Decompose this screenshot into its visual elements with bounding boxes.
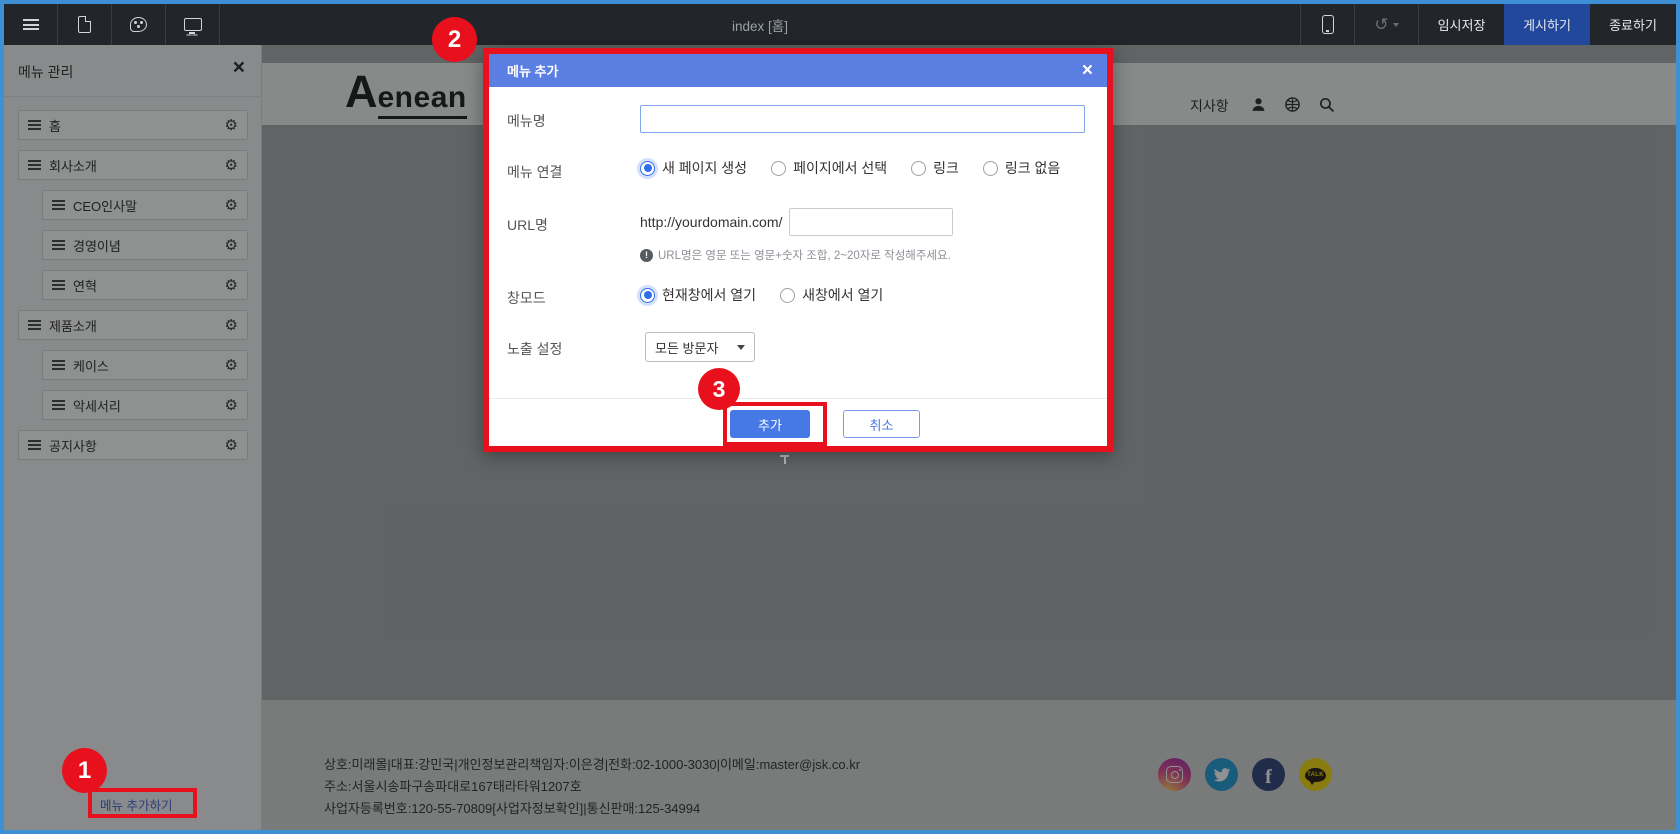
- menu-link-options: 새 페이지 생성 페이지에서 선택 링크 링크 없음: [640, 158, 1060, 178]
- chevron-down-icon: [1393, 23, 1399, 27]
- undo-button[interactable]: ↺: [1354, 4, 1418, 45]
- annotation-box-step3: [723, 402, 827, 446]
- window-mode-label: 창모드: [507, 288, 546, 308]
- menu-name-input[interactable]: [640, 105, 1085, 133]
- pages-button[interactable]: [58, 4, 112, 45]
- url-input[interactable]: [789, 208, 953, 236]
- topbar-right-tools: ↺ 임시저장 게시하기 종료하기: [1300, 4, 1676, 45]
- menu-name-label: 메뉴명: [507, 111, 546, 131]
- url-help-text: URL명은 영문 또는 영문+숫자 조합, 2~20자로 작성해주세요.: [658, 247, 951, 263]
- radio-icon: [780, 288, 795, 303]
- radio-link[interactable]: 링크: [911, 158, 959, 178]
- visibility-label: 노출 설정: [507, 339, 562, 359]
- theme-button[interactable]: [112, 4, 166, 45]
- url-help: ! URL명은 영문 또는 영문+숫자 조합, 2~20자로 작성해주세요.: [640, 247, 951, 263]
- document-title: index [홈]: [220, 4, 1300, 45]
- modal-footer-divider: [489, 398, 1107, 399]
- topbar-left-tools: [4, 4, 220, 45]
- mobile-view-button[interactable]: [1300, 4, 1354, 45]
- add-menu-modal: 메뉴 추가 × 메뉴명 메뉴 연결 새 페이지 생성 페이지에서 선택 링크 링…: [483, 48, 1113, 452]
- modal-title: 메뉴 추가: [507, 61, 1082, 80]
- visibility-selected-value: 모든 방문자: [655, 338, 737, 357]
- mobile-icon: [1322, 15, 1334, 34]
- editor-window: index [홈] ↺ 임시저장 게시하기 종료하기 메뉴 관리 × 홈 ⚙ 회…: [0, 0, 1680, 834]
- undo-icon: ↺: [1374, 15, 1388, 35]
- url-field-row: http://yourdomain.com/: [640, 208, 953, 236]
- annotation-box-step1: [88, 788, 197, 818]
- temp-save-button[interactable]: 임시저장: [1418, 4, 1504, 45]
- hamburger-icon: [23, 17, 39, 33]
- radio-icon: [640, 288, 655, 303]
- radio-icon: [640, 161, 655, 176]
- cancel-button[interactable]: 취소: [843, 410, 920, 438]
- url-label: URL명: [507, 215, 548, 235]
- radio-select-page[interactable]: 페이지에서 선택: [771, 158, 887, 178]
- menu-link-label: 메뉴 연결: [507, 162, 562, 182]
- modal-header: 메뉴 추가 ×: [489, 54, 1107, 87]
- visibility-dropdown[interactable]: 모든 방문자: [645, 332, 755, 362]
- radio-icon: [771, 161, 786, 176]
- monitor-icon: [184, 18, 202, 31]
- editor-topbar: index [홈] ↺ 임시저장 게시하기 종료하기: [4, 4, 1676, 45]
- radio-no-link[interactable]: 링크 없음: [983, 158, 1060, 178]
- exit-button[interactable]: 종료하기: [1590, 4, 1676, 45]
- publish-button[interactable]: 게시하기: [1504, 4, 1590, 45]
- main-menu-button[interactable]: [4, 4, 58, 45]
- annotation-step2-badge: 2: [432, 17, 477, 62]
- radio-new-window[interactable]: 새창에서 열기: [780, 285, 883, 305]
- mouse-cursor: [780, 455, 789, 464]
- radio-icon: [911, 161, 926, 176]
- window-mode-options: 현재창에서 열기 새창에서 열기: [640, 285, 883, 305]
- radio-new-page[interactable]: 새 페이지 생성: [640, 158, 747, 178]
- annotation-step1-badge: 1: [62, 748, 107, 793]
- palette-icon: [130, 17, 147, 32]
- radio-current-window[interactable]: 현재창에서 열기: [640, 285, 756, 305]
- radio-icon: [983, 161, 998, 176]
- url-prefix: http://yourdomain.com/: [640, 214, 782, 230]
- page-icon: [78, 16, 91, 33]
- dropdown-caret-icon: [737, 345, 745, 350]
- modal-close-button[interactable]: ×: [1082, 61, 1093, 80]
- annotation-step3-badge: 3: [698, 368, 740, 410]
- desktop-view-button[interactable]: [166, 4, 220, 45]
- info-icon: !: [640, 249, 653, 262]
